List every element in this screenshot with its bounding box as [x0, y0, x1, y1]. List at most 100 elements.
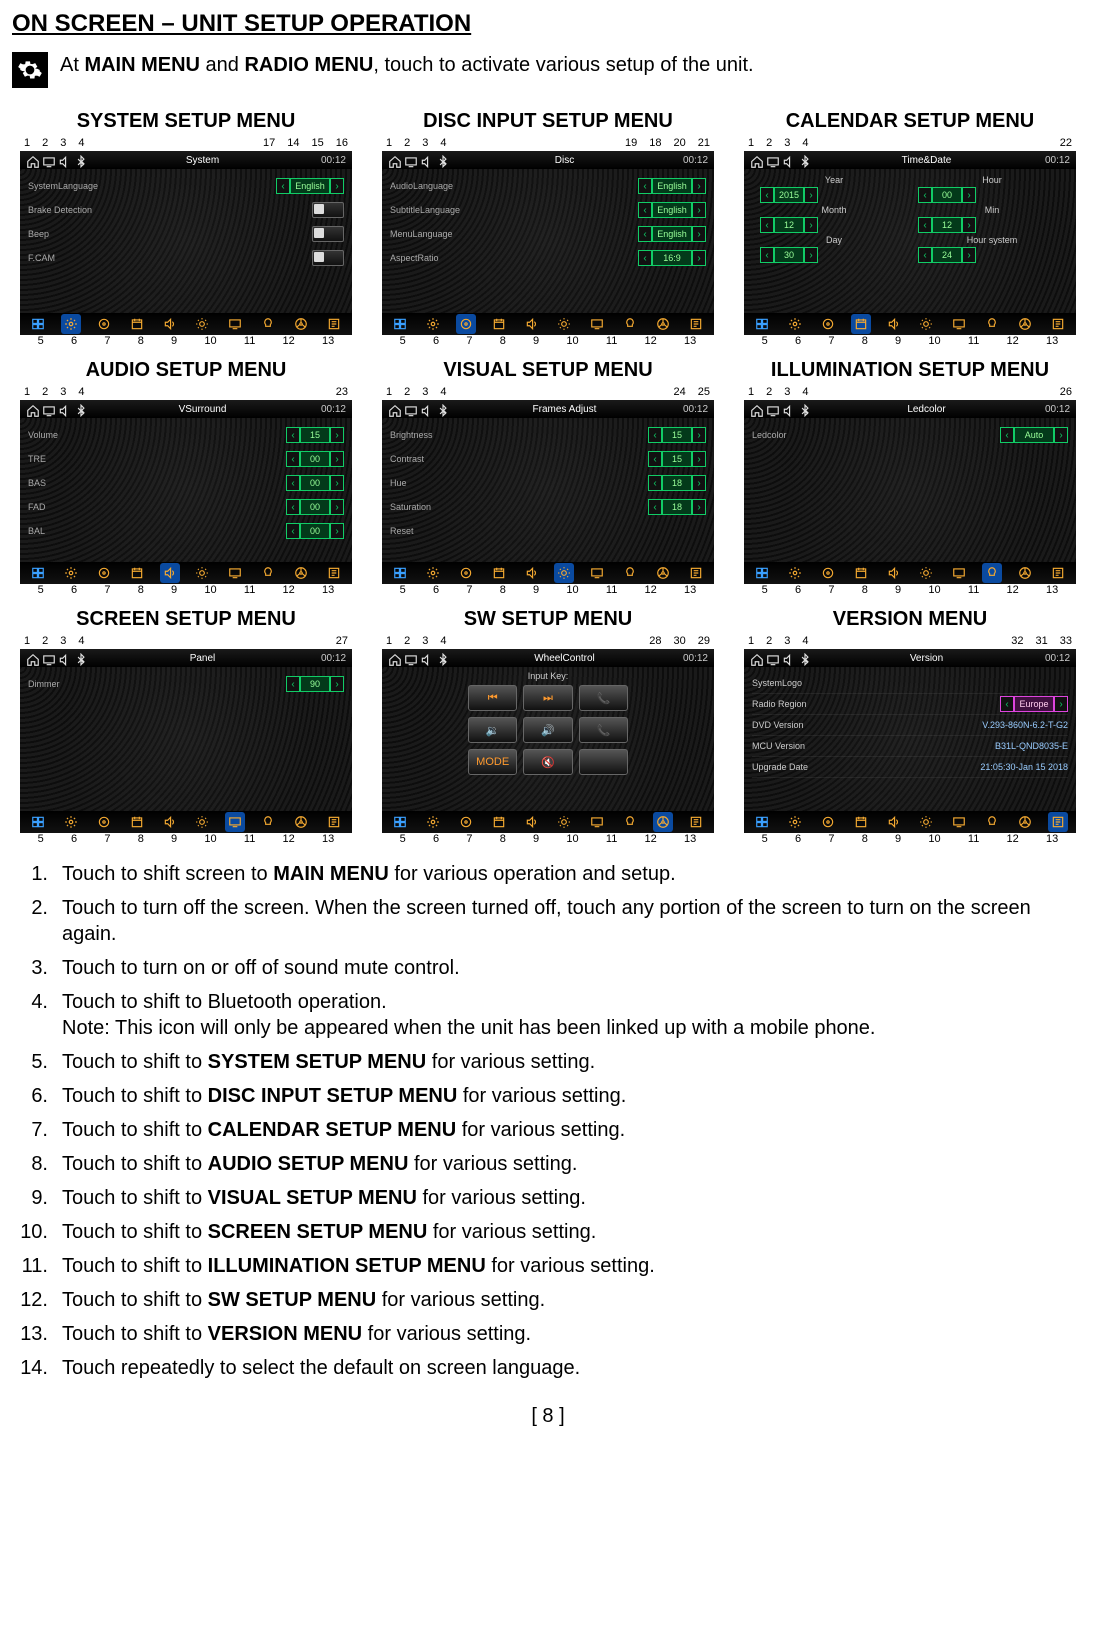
aud-icon[interactable] [522, 812, 542, 832]
scr-icon[interactable] [587, 563, 607, 583]
cal-icon[interactable] [851, 563, 871, 583]
win-icon[interactable] [390, 812, 410, 832]
ver-icon[interactable] [686, 563, 706, 583]
ill-icon[interactable] [620, 314, 640, 334]
prev-icon[interactable]: ‹ [286, 427, 300, 443]
value[interactable]: 16:9 [652, 250, 692, 266]
value[interactable]: English [290, 178, 330, 194]
sw-icon[interactable] [291, 812, 311, 832]
next-icon[interactable]: › [330, 427, 344, 443]
scr-icon[interactable] [587, 812, 607, 832]
aud-icon[interactable] [160, 812, 180, 832]
prev-icon[interactable]: ‹ [648, 427, 662, 443]
disc-icon[interactable] [456, 314, 476, 334]
bluetooth-icon[interactable] [798, 653, 808, 663]
sw-button-1[interactable]: ⏭ [523, 685, 572, 711]
ill-icon[interactable] [258, 812, 278, 832]
vis-icon[interactable] [192, 314, 212, 334]
bluetooth-icon[interactable] [74, 155, 84, 165]
ver-icon[interactable] [686, 314, 706, 334]
prev-icon[interactable]: ‹ [760, 187, 774, 203]
next-icon[interactable]: › [962, 187, 976, 203]
sw-icon[interactable] [1015, 563, 1035, 583]
prev-icon[interactable]: ‹ [638, 226, 652, 242]
ill-icon[interactable] [620, 563, 640, 583]
scr-icon[interactable] [225, 812, 245, 832]
vis-icon[interactable] [192, 812, 212, 832]
sys-icon[interactable] [785, 563, 805, 583]
aud-icon[interactable] [160, 314, 180, 334]
mute-icon[interactable] [58, 653, 68, 663]
scr-icon[interactable] [587, 314, 607, 334]
value[interactable]: 15 [300, 427, 330, 443]
win-icon[interactable] [28, 314, 48, 334]
prev-icon[interactable]: ‹ [918, 187, 932, 203]
cal-icon[interactable] [489, 812, 509, 832]
prev-icon[interactable]: ‹ [760, 217, 774, 233]
scr-icon[interactable] [225, 563, 245, 583]
bluetooth-icon[interactable] [436, 155, 446, 165]
sw-button-2[interactable]: 📞 [579, 685, 628, 711]
mute-icon[interactable] [58, 155, 68, 165]
value[interactable]: 18 [662, 499, 692, 515]
mute-icon[interactable] [58, 404, 68, 414]
value[interactable]: English [652, 178, 692, 194]
prev-icon[interactable]: ‹ [648, 475, 662, 491]
toggle[interactable] [312, 250, 344, 266]
value[interactable]: 90 [300, 676, 330, 692]
value[interactable]: 00 [300, 451, 330, 467]
value[interactable]: Auto [1014, 427, 1054, 443]
mute-icon[interactable] [420, 404, 430, 414]
next-icon[interactable]: › [330, 676, 344, 692]
aud-icon[interactable] [522, 563, 542, 583]
sw-button-0[interactable]: ⏮ [468, 685, 517, 711]
prev-icon[interactable]: ‹ [286, 676, 300, 692]
next-icon[interactable]: › [692, 475, 706, 491]
win-icon[interactable] [752, 314, 772, 334]
prev-icon[interactable]: ‹ [286, 523, 300, 539]
aud-icon[interactable] [522, 314, 542, 334]
vis-icon[interactable] [192, 563, 212, 583]
ver-icon[interactable] [686, 812, 706, 832]
sw-button-7[interactable]: 🔇 [523, 749, 572, 775]
cal-icon[interactable] [851, 812, 871, 832]
next-icon[interactable]: › [330, 451, 344, 467]
cal-icon[interactable] [489, 563, 509, 583]
sw-icon[interactable] [291, 314, 311, 334]
ver-icon[interactable] [1048, 563, 1068, 583]
screen-off-icon[interactable] [766, 404, 776, 414]
sw-icon[interactable] [1015, 812, 1035, 832]
bluetooth-icon[interactable] [436, 653, 446, 663]
vis-icon[interactable] [554, 563, 574, 583]
sys-icon[interactable] [785, 812, 805, 832]
prev-icon[interactable]: ‹ [1000, 696, 1014, 712]
screen-off-icon[interactable] [766, 155, 776, 165]
home-icon[interactable] [388, 404, 398, 414]
prev-icon[interactable]: ‹ [638, 202, 652, 218]
ill-icon[interactable] [258, 563, 278, 583]
prev-icon[interactable]: ‹ [638, 178, 652, 194]
screen-off-icon[interactable] [404, 155, 414, 165]
next-icon[interactable]: › [330, 523, 344, 539]
bluetooth-icon[interactable] [798, 155, 808, 165]
sw-icon[interactable] [291, 563, 311, 583]
sys-icon[interactable] [61, 314, 81, 334]
screen-off-icon[interactable] [404, 653, 414, 663]
mute-icon[interactable] [420, 155, 430, 165]
next-icon[interactable]: › [330, 499, 344, 515]
prev-icon[interactable]: ‹ [648, 499, 662, 515]
next-icon[interactable]: › [692, 451, 706, 467]
ver-icon[interactable] [324, 314, 344, 334]
ill-icon[interactable] [620, 812, 640, 832]
prev-icon[interactable]: ‹ [638, 250, 652, 266]
aud-icon[interactable] [884, 314, 904, 334]
home-icon[interactable] [388, 653, 398, 663]
home-icon[interactable] [750, 653, 760, 663]
value[interactable]: 12 [774, 217, 804, 233]
cal-icon[interactable] [127, 812, 147, 832]
sw-icon[interactable] [1015, 314, 1035, 334]
prev-icon[interactable]: ‹ [918, 217, 932, 233]
next-icon[interactable]: › [962, 217, 976, 233]
cal-icon[interactable] [127, 314, 147, 334]
home-icon[interactable] [388, 155, 398, 165]
